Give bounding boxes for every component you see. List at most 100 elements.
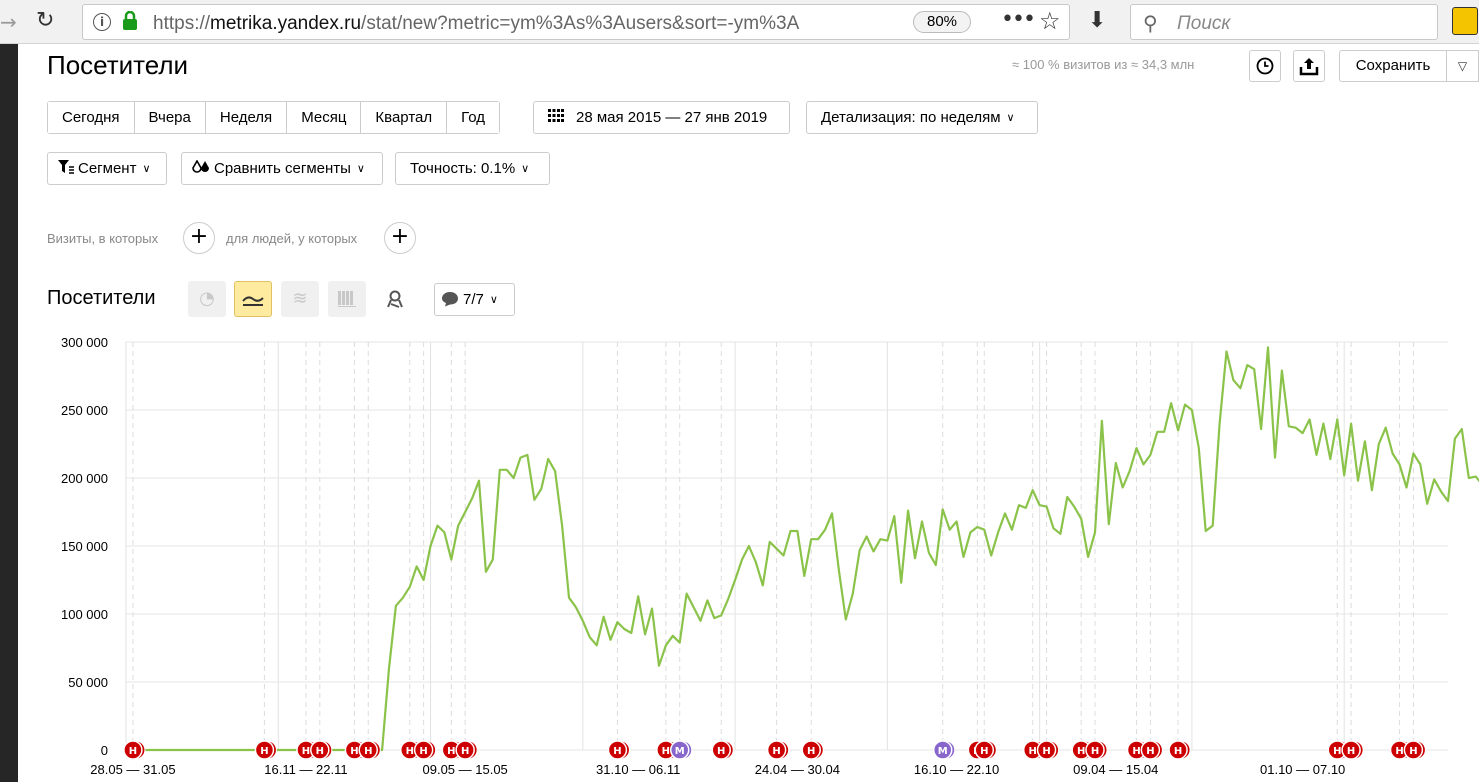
annotation-marker-label: Н	[662, 746, 670, 757]
viz-pie-button[interactable]: ◔	[188, 281, 226, 317]
period-today[interactable]: Сегодня	[48, 102, 135, 133]
date-range-picker[interactable]: 28 мая 2015 — 27 янв 2019	[533, 101, 790, 134]
period-week[interactable]: Неделя	[205, 102, 288, 133]
add-visit-condition-button[interactable]: +	[183, 222, 215, 254]
annotation-marker-label: Н	[772, 746, 780, 757]
segment-dropdown[interactable]: Сегмент ∨	[47, 152, 167, 185]
annotation-marker-label: Н	[1395, 746, 1403, 757]
annotation-marker-label: Н	[260, 746, 268, 757]
annotation-marker-label: Н	[419, 746, 427, 757]
bar-chart-icon	[338, 291, 356, 307]
history-clock-button[interactable]	[1249, 50, 1281, 82]
people-condition-label: для людей, у которых	[226, 231, 358, 246]
filter-icon	[58, 160, 74, 174]
download-icon[interactable]: ⬇	[1088, 8, 1106, 33]
chevron-down-icon: ▽	[1457, 59, 1468, 73]
save-button[interactable]: Сохранить	[1339, 50, 1447, 82]
detail-label: Детализация: по неделям	[821, 109, 1001, 126]
plus-icon: +	[390, 224, 410, 249]
annotation-marker-label: Н	[364, 746, 372, 757]
viz-map-button[interactable]	[376, 281, 414, 317]
annotation-marker-label: Н	[1174, 746, 1182, 757]
chart-title: Посетители	[47, 287, 156, 309]
export-button[interactable]	[1293, 50, 1325, 82]
address-bar[interactable]: i https://metrika.yandex.ru/stat/new?met…	[82, 4, 1070, 40]
page-title: Посетители	[47, 50, 189, 80]
period-selector: Сегодня Вчера Неделя Месяц Квартал Год	[47, 101, 501, 134]
y-tick-label: 200 000	[61, 471, 108, 486]
more-dots-icon[interactable]: •••	[1001, 7, 1036, 32]
notes-dropdown[interactable]: 7/7 ∨	[434, 283, 515, 316]
annotation-marker-label: М	[938, 746, 948, 757]
segment-label: Сегмент	[78, 160, 137, 177]
x-tick-label: 01.10 — 07.10	[1260, 762, 1345, 777]
search-placeholder: Поиск	[1177, 13, 1231, 34]
y-tick-label: 250 000	[61, 403, 108, 418]
annotation-marker-label: Н	[717, 746, 725, 757]
annotation-marker-label: Н	[350, 746, 358, 757]
annotation-marker-label: Н	[1132, 746, 1140, 757]
clock-icon	[1256, 57, 1274, 75]
line-chart-icon	[242, 296, 264, 306]
reload-icon[interactable]: ↻	[36, 8, 54, 33]
annotation-marker-label: Н	[316, 746, 324, 757]
add-people-condition-button[interactable]: +	[384, 222, 416, 254]
area-chart-icon: ≋	[292, 288, 308, 309]
annotation-marker-label: Н	[1146, 746, 1154, 757]
annotation-marker-label: Н	[461, 746, 469, 757]
date-range-text: 28 мая 2015 — 27 янв 2019	[576, 109, 768, 126]
annotation-marker-label: Н	[980, 746, 988, 757]
series-line-visitors	[126, 346, 1479, 752]
y-tick-label: 100 000	[61, 607, 108, 622]
forward-icon[interactable]: →	[0, 10, 17, 34]
y-tick-label: 150 000	[61, 539, 108, 554]
period-yesterday[interactable]: Вчера	[134, 102, 206, 133]
chevron-down-icon: ∨	[1006, 111, 1015, 124]
x-tick-label: 31.10 — 06.11	[596, 762, 680, 777]
url-text: https://metrika.yandex.ru/stat/new?metri…	[153, 13, 800, 34]
detail-dropdown[interactable]: Детализация: по неделям ∨	[806, 101, 1038, 134]
comment-bubble-icon	[442, 292, 458, 307]
annotation-marker-label: Н	[302, 746, 310, 757]
browser-search-box[interactable]: ⚲ Поиск	[1130, 4, 1438, 40]
info-icon[interactable]: i	[93, 13, 111, 31]
accuracy-label: Точность: 0.1%	[410, 160, 516, 177]
period-year[interactable]: Год	[447, 102, 500, 133]
compare-segments-dropdown[interactable]: Сравнить сегменты ∨	[181, 152, 383, 185]
extension-icon[interactable]	[1452, 7, 1478, 35]
save-dropdown-button[interactable]: ▽	[1447, 50, 1479, 82]
viz-area-button[interactable]: ≋	[281, 281, 319, 317]
annotation-marker-label: Н	[1091, 746, 1099, 757]
notes-count: 7/7	[463, 291, 484, 308]
annotation-marker-label: Н	[807, 746, 815, 757]
chevron-down-icon: ∨	[142, 162, 151, 175]
accuracy-dropdown[interactable]: Точность: 0.1% ∨	[395, 152, 550, 185]
bookmark-star-icon[interactable]: ☆	[1039, 7, 1061, 35]
calendar-grid-icon	[548, 109, 564, 122]
chevron-down-icon: ∨	[521, 162, 530, 175]
period-quarter[interactable]: Квартал	[361, 102, 448, 133]
x-tick-label: 16.11 — 22.11	[264, 762, 347, 777]
annotation-marker-label: Н	[1333, 746, 1341, 757]
y-tick-label: 50 000	[68, 675, 108, 690]
browser-toolbar: → ↻ i https://metrika.yandex.ru/stat/new…	[0, 0, 1479, 44]
x-tick-label: 28.05 — 31.05	[90, 762, 175, 777]
annotation-marker-label: Н	[1042, 746, 1050, 757]
x-tick-label: 09.04 — 15.04	[1073, 762, 1158, 777]
chevron-down-icon: ∨	[356, 162, 365, 175]
lock-icon	[123, 11, 137, 30]
visits-sampling-info: ≈ 100 % визитов из ≈ 34,3 млн	[1012, 57, 1195, 72]
annotation-marker-label: Н	[1347, 746, 1355, 757]
zoom-badge[interactable]: 80%	[913, 11, 971, 33]
viz-line-button[interactable]	[234, 281, 272, 317]
compare-label: Сравнить сегменты	[214, 160, 351, 177]
map-pin-icon	[387, 290, 403, 308]
visits-condition-label: Визиты, в которых	[47, 231, 159, 246]
x-tick-label: 24.04 — 30.04	[755, 762, 840, 777]
period-month[interactable]: Месяц	[287, 102, 362, 133]
y-tick-label: 0	[101, 743, 108, 758]
plus-icon: +	[189, 224, 209, 249]
pie-chart-icon: ◔	[199, 288, 215, 309]
annotation-marker-label: Н	[1409, 746, 1417, 757]
viz-bar-button[interactable]	[328, 281, 366, 317]
